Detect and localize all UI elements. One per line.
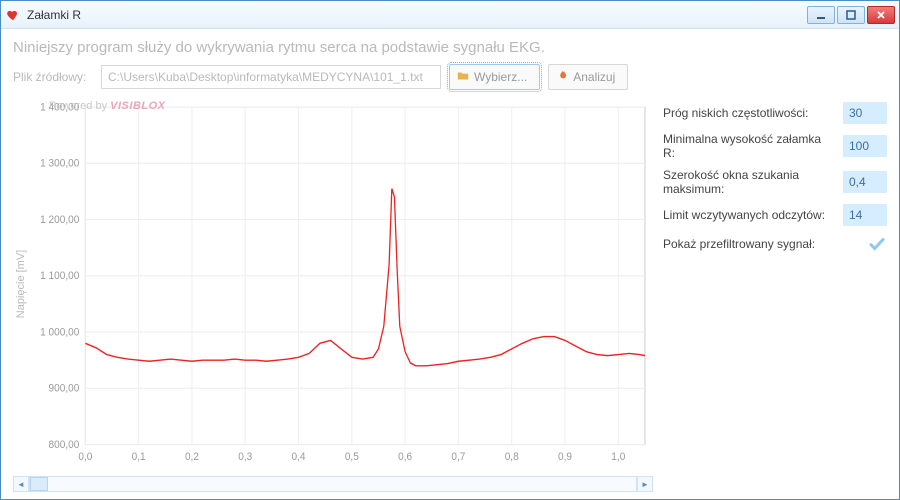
svg-text:0,8: 0,8 xyxy=(505,451,519,464)
low-freq-input[interactable] xyxy=(843,102,887,124)
param-label: Próg niskich częstotliwości: xyxy=(663,106,808,120)
horizontal-scrollbar[interactable]: ◄ ► xyxy=(13,475,653,493)
main-row: Napięcie [mV] Powered by VISIBLOX 800,00… xyxy=(13,96,887,493)
chart-wrap: Napięcie [mV] Powered by VISIBLOX 800,00… xyxy=(13,96,653,471)
flame-icon xyxy=(555,69,569,86)
window-input[interactable] xyxy=(843,171,887,193)
plot-area: Powered by VISIBLOX 800,00 900,00 1 000,00… xyxy=(29,96,653,471)
svg-text:0,0: 0,0 xyxy=(78,451,92,464)
watermark-prefix: Powered by xyxy=(49,100,110,112)
minimize-button[interactable] xyxy=(807,6,835,24)
analyze-button[interactable]: Analizuj xyxy=(548,64,628,90)
param-min-r: Minimalna wysokość załamka R: xyxy=(663,132,887,160)
window-title: Załamki R xyxy=(27,8,807,22)
svg-text:0,7: 0,7 xyxy=(451,451,465,464)
y-axis-label-container: Napięcie [mV] xyxy=(13,96,29,471)
svg-text:800,00: 800,00 xyxy=(49,438,80,451)
svg-text:0,1: 0,1 xyxy=(132,451,146,464)
chart-svg: 800,00 900,00 1 000,00 1 100,00 1 200,00 1 30… xyxy=(29,96,653,471)
file-path-input[interactable] xyxy=(101,65,441,89)
parameters-panel: Próg niskich częstotliwości: Minimalna w… xyxy=(663,96,887,493)
browse-button-label: Wybierz... xyxy=(474,70,527,84)
close-button[interactable] xyxy=(867,6,895,24)
scroll-left-button[interactable]: ◄ xyxy=(13,476,29,492)
titlebar: Załamki R xyxy=(1,1,899,29)
svg-text:1 000,00: 1 000,00 xyxy=(40,326,79,339)
param-label: Limit wczytywanych odczytów: xyxy=(663,208,825,222)
svg-text:1 300,00: 1 300,00 xyxy=(40,157,79,170)
file-row: Plik źródłowy: Wybierz... Analizuj xyxy=(13,64,887,90)
svg-text:1 100,00: 1 100,00 xyxy=(40,270,79,283)
param-label: Szerokość okna szukania maksimum: xyxy=(663,168,835,196)
watermark-brand: VISIBLOX xyxy=(110,100,165,112)
svg-text:0,5: 0,5 xyxy=(345,451,359,464)
min-r-input[interactable] xyxy=(843,135,887,157)
param-label: Pokaż przefiltrowany sygnał: xyxy=(663,237,815,251)
visiblox-watermark: Powered by VISIBLOX xyxy=(49,100,166,112)
svg-text:0,3: 0,3 xyxy=(238,451,252,464)
show-filtered-checkbox[interactable] xyxy=(867,234,887,254)
y-axis-label: Napięcie [mV] xyxy=(15,249,27,317)
param-limit: Limit wczytywanych odczytów: xyxy=(663,204,887,226)
scroll-thumb[interactable] xyxy=(30,477,48,491)
window-controls xyxy=(807,6,895,24)
param-window: Szerokość okna szukania maksimum: xyxy=(663,168,887,196)
folder-icon xyxy=(456,69,470,86)
maximize-button[interactable] xyxy=(837,6,865,24)
browse-button[interactable]: Wybierz... xyxy=(449,64,540,90)
param-label: Minimalna wysokość załamka R: xyxy=(663,132,835,160)
svg-text:1 200,00: 1 200,00 xyxy=(40,213,79,226)
scroll-right-button[interactable]: ► xyxy=(637,476,653,492)
heart-icon xyxy=(5,7,21,23)
file-label: Plik źródłowy: xyxy=(13,70,93,84)
subtitle: Niniejszy program służy do wykrywania ry… xyxy=(13,39,887,56)
svg-text:0,2: 0,2 xyxy=(185,451,199,464)
limit-input[interactable] xyxy=(843,204,887,226)
scroll-track[interactable] xyxy=(29,476,637,492)
svg-text:900,00: 900,00 xyxy=(49,382,80,395)
svg-text:0,4: 0,4 xyxy=(292,451,306,464)
param-show-filtered: Pokaż przefiltrowany sygnał: xyxy=(663,234,887,254)
svg-text:0,6: 0,6 xyxy=(398,451,412,464)
svg-text:0,9: 0,9 xyxy=(558,451,572,464)
chart-column: Napięcie [mV] Powered by VISIBLOX 800,00… xyxy=(13,96,653,493)
content-area: Niniejszy program służy do wykrywania ry… xyxy=(1,29,899,499)
svg-text:1,0: 1,0 xyxy=(611,451,625,464)
app-window: Załamki R Niniejszy program służy do wyk… xyxy=(0,0,900,500)
analyze-button-label: Analizuj xyxy=(573,70,615,84)
param-low-freq: Próg niskich częstotliwości: xyxy=(663,102,887,124)
